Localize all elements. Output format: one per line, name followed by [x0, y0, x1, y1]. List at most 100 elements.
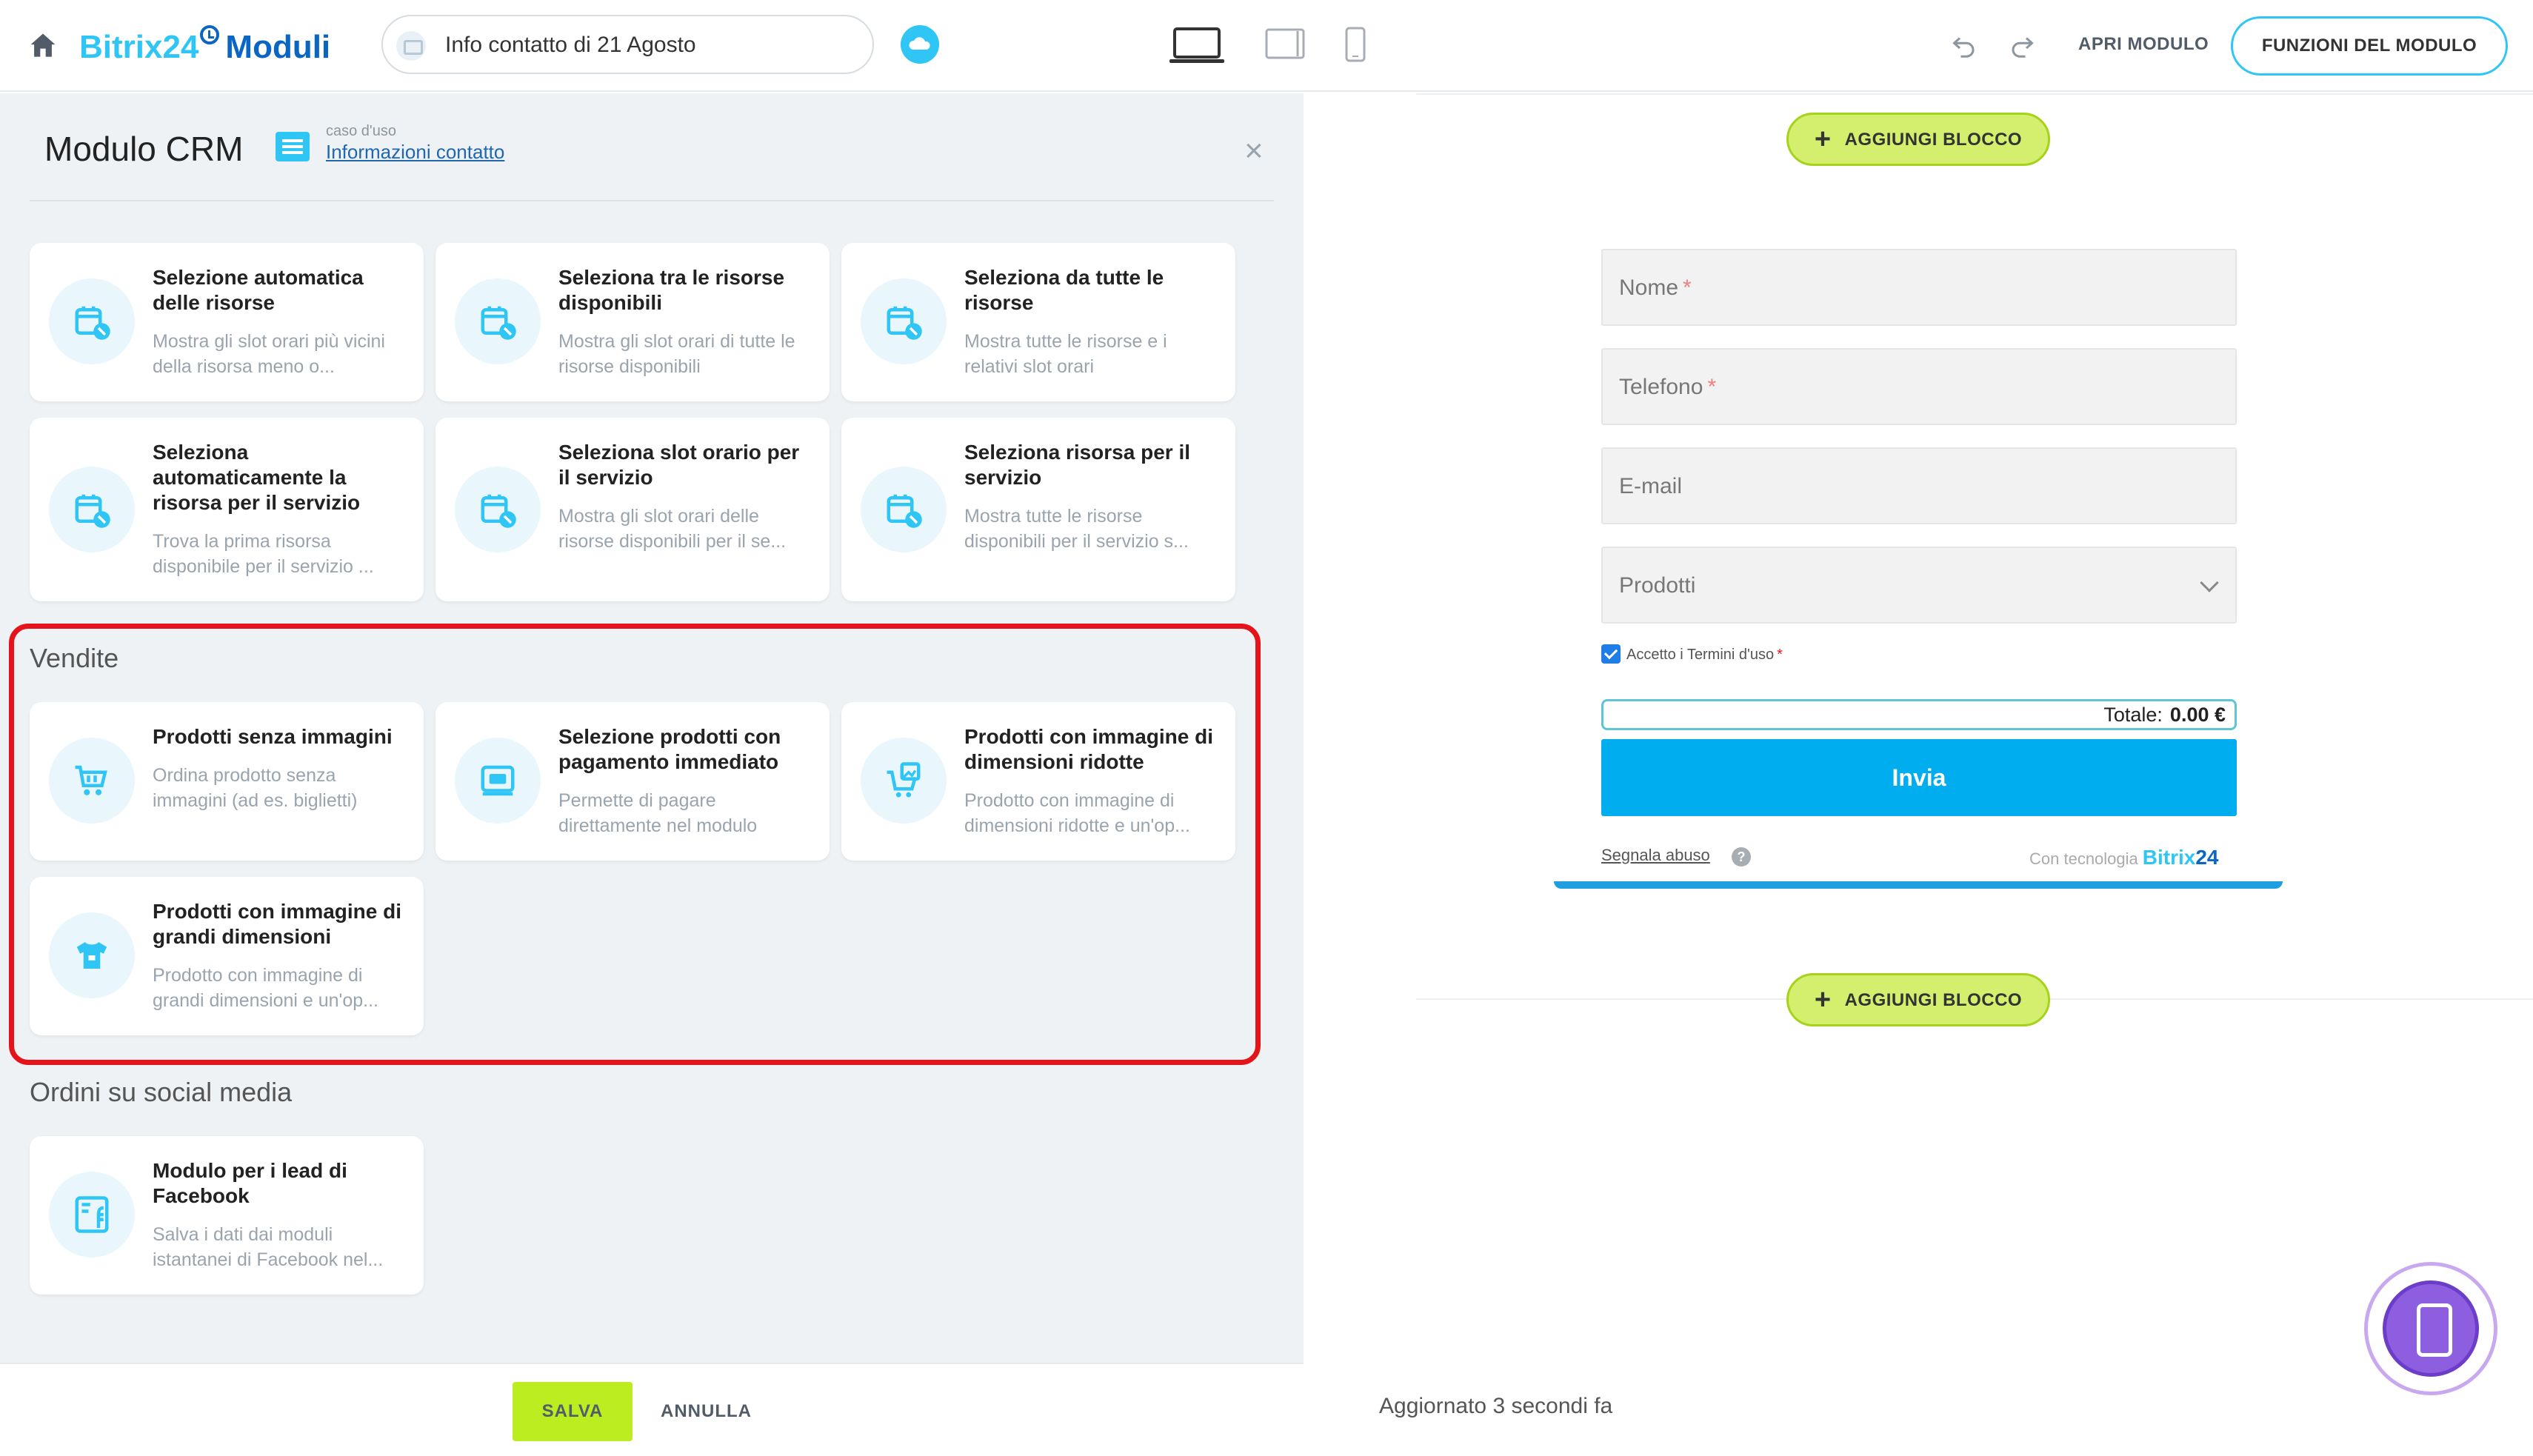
card-title: Modulo per i lead di Facebook	[153, 1159, 347, 1207]
calendar-icon	[49, 278, 135, 364]
top-bar: Bitrix24 Moduli Info contatto di 21 Agost…	[0, 0, 2533, 92]
form-title-input[interactable]: Info contatto di 21 Agosto	[381, 15, 874, 74]
last-updated-text: Aggiornato 3 secondi fa	[1379, 1394, 1613, 1418]
add-block-label: AGGIUNGI BLOCCO	[1844, 130, 2023, 150]
close-icon[interactable]: ×	[1244, 135, 1264, 167]
document-icon	[276, 132, 310, 161]
card-desc: Trova la prima risorsa disponibile per i…	[153, 531, 374, 577]
card-title: Seleziona tra le risorse disponibili	[558, 266, 785, 314]
powered-brand-logo[interactable]: Bitrix24	[2143, 846, 2219, 869]
card-desc: Mostra tutte le risorse disponibili per …	[964, 506, 1189, 552]
section-sales-title: Vendite	[30, 643, 119, 673]
brand-name: Bitrix24	[79, 29, 199, 65]
card-desc: Mostra gli slot orari delle risorse disp…	[558, 506, 787, 552]
image-icon[interactable]	[396, 31, 426, 61]
card-title: Selezione automatica delle risorse	[153, 266, 364, 314]
card-products-large-image[interactable]: Prodotti con immagine di grandi dimensio…	[30, 877, 424, 1035]
brand-logo[interactable]: Bitrix24 Moduli	[79, 25, 330, 67]
card-desc: Prodotto con immagine di grandi dimensio…	[153, 965, 378, 1011]
phone-icon[interactable]	[1345, 27, 1366, 62]
brand-product: Moduli	[225, 29, 331, 65]
calendar-icon	[861, 278, 947, 364]
form-title-text: Info contatto di 21 Agosto	[445, 33, 696, 57]
card-title: Seleziona da tutte le risorse	[964, 266, 1164, 314]
card-service-slot[interactable]: Seleziona slot orario per il servizio Mo…	[435, 418, 830, 601]
calendar-icon	[861, 467, 947, 552]
tablet-icon[interactable]	[1265, 28, 1305, 59]
use-case-link[interactable]: Informazioni contatto	[326, 141, 504, 164]
chevron-down-icon	[2200, 573, 2219, 592]
tshirt-icon	[49, 912, 135, 998]
card-title: Seleziona automaticamente la risorsa per…	[153, 441, 361, 514]
undo-icon[interactable]	[1951, 33, 1978, 59]
form-functions-button[interactable]: FUNZIONI DEL MODULO	[2231, 16, 2508, 76]
calendar-icon	[49, 467, 135, 552]
cloud-icon[interactable]	[901, 25, 939, 64]
card-desc: Mostra tutte le risorse e i relativi slo…	[964, 331, 1167, 377]
terms-checkbox[interactable]: Accetto i Termini d'uso *	[1601, 644, 1783, 664]
help-icon[interactable]: ?	[1732, 847, 1751, 866]
open-form-link[interactable]: APRI MODULO	[2078, 34, 2209, 55]
field-label: Nome *	[1619, 275, 1692, 300]
calendar-icon	[455, 467, 541, 552]
cancel-button[interactable]: ANNULLA	[661, 1401, 752, 1422]
plus-icon: +	[1814, 984, 1832, 1015]
field-label: Prodotti	[1619, 573, 1696, 598]
total-display: Totale: 0.00 €	[1601, 699, 2237, 730]
card-available-resources[interactable]: Seleziona tra le risorse disponibili Mos…	[435, 243, 830, 401]
divider	[1416, 93, 2533, 95]
add-block-button[interactable]: + AGGIUNGI BLOCCO	[1786, 113, 2050, 166]
calendar-icon	[455, 278, 541, 364]
card-desc: Permette di pagare direttamente nel modu…	[558, 790, 758, 836]
cart-icon	[49, 738, 135, 824]
card-facebook-leads[interactable]: Modulo per i lead di Facebook Salva i da…	[30, 1136, 424, 1295]
divider	[30, 200, 1274, 201]
use-case-label: caso d'uso	[326, 123, 396, 139]
card-title: Seleziona slot orario per il servizio	[558, 441, 800, 489]
card-title: Prodotti senza immagini	[153, 725, 393, 748]
name-field[interactable]: Nome *	[1601, 249, 2237, 326]
bottom-action-bar: SALVA ANNULLA	[0, 1363, 1304, 1456]
section-social-title: Ordini su social media	[30, 1077, 293, 1107]
cart-image-icon	[861, 738, 947, 824]
facebook-icon	[49, 1172, 135, 1258]
payment-icon	[455, 738, 541, 824]
plus-icon: +	[1814, 124, 1832, 155]
form-preview: + AGGIUNGI BLOCCO Nome * Telefono * E-mail …	[1304, 93, 2533, 1456]
card-auto-service-resource[interactable]: Seleziona automaticamente la risorsa per…	[30, 418, 424, 601]
card-title: Prodotti con immagine di dimensioni rido…	[964, 725, 1214, 773]
card-instant-payment[interactable]: Selezione prodotti con pagamento immedia…	[435, 702, 830, 861]
card-title: Selezione prodotti con pagamento immedia…	[558, 725, 781, 773]
card-desc: Prodotto con immagine di dimensioni rido…	[964, 790, 1190, 836]
card-auto-resource[interactable]: Selezione automatica delle risorse Mostr…	[30, 243, 424, 401]
add-block-button[interactable]: + AGGIUNGI BLOCCO	[1786, 973, 2050, 1026]
field-label: E-mail	[1619, 474, 1683, 498]
home-icon[interactable]	[27, 30, 59, 62]
card-service-resource[interactable]: Seleziona risorsa per il servizio Mostra…	[841, 418, 1235, 601]
submit-button[interactable]: Invia	[1601, 739, 2237, 816]
phone-field[interactable]: Telefono *	[1601, 348, 2237, 425]
card-desc: Mostra gli slot orari più vicini della r…	[153, 331, 385, 377]
clock-icon	[200, 25, 220, 44]
card-products-no-images[interactable]: Prodotti senza immagini Ordina prodotto …	[30, 702, 424, 861]
crm-form-panel: Modulo CRM caso d'uso Informazioni conta…	[0, 93, 1304, 1363]
card-all-resources[interactable]: Seleziona da tutte le risorse Mostra tut…	[841, 243, 1235, 401]
laptop-icon[interactable]	[1169, 27, 1225, 64]
redo-icon[interactable]	[2009, 33, 2035, 59]
save-button[interactable]: SALVA	[513, 1382, 633, 1441]
add-block-label: AGGIUNGI BLOCCO	[1844, 990, 2023, 1010]
card-title: Seleziona risorsa per il servizio	[964, 441, 1191, 489]
card-products-small-image[interactable]: Prodotti con immagine di dimensioni rido…	[841, 702, 1235, 861]
mobile-device-icon	[2383, 1280, 2479, 1377]
card-desc: Ordina prodotto senza immagini (ad es. b…	[153, 765, 358, 811]
email-field[interactable]: E-mail	[1601, 447, 2237, 524]
products-select[interactable]: Prodotti	[1601, 547, 2237, 624]
card-desc: Mostra gli slot orari di tutte le risors…	[558, 331, 795, 377]
report-abuse-link[interactable]: Segnala abuso	[1601, 846, 1710, 865]
powered-by: Con tecnologia Bitrix24	[2029, 846, 2219, 869]
checkbox-checked-icon[interactable]	[1601, 644, 1621, 664]
card-desc: Salva i dati dai moduli istantanei di Fa…	[153, 1224, 384, 1270]
field-label: Telefono *	[1619, 375, 1717, 399]
mobile-preview-button[interactable]	[2364, 1262, 2497, 1395]
total-label: Totale:	[2103, 704, 2163, 726]
